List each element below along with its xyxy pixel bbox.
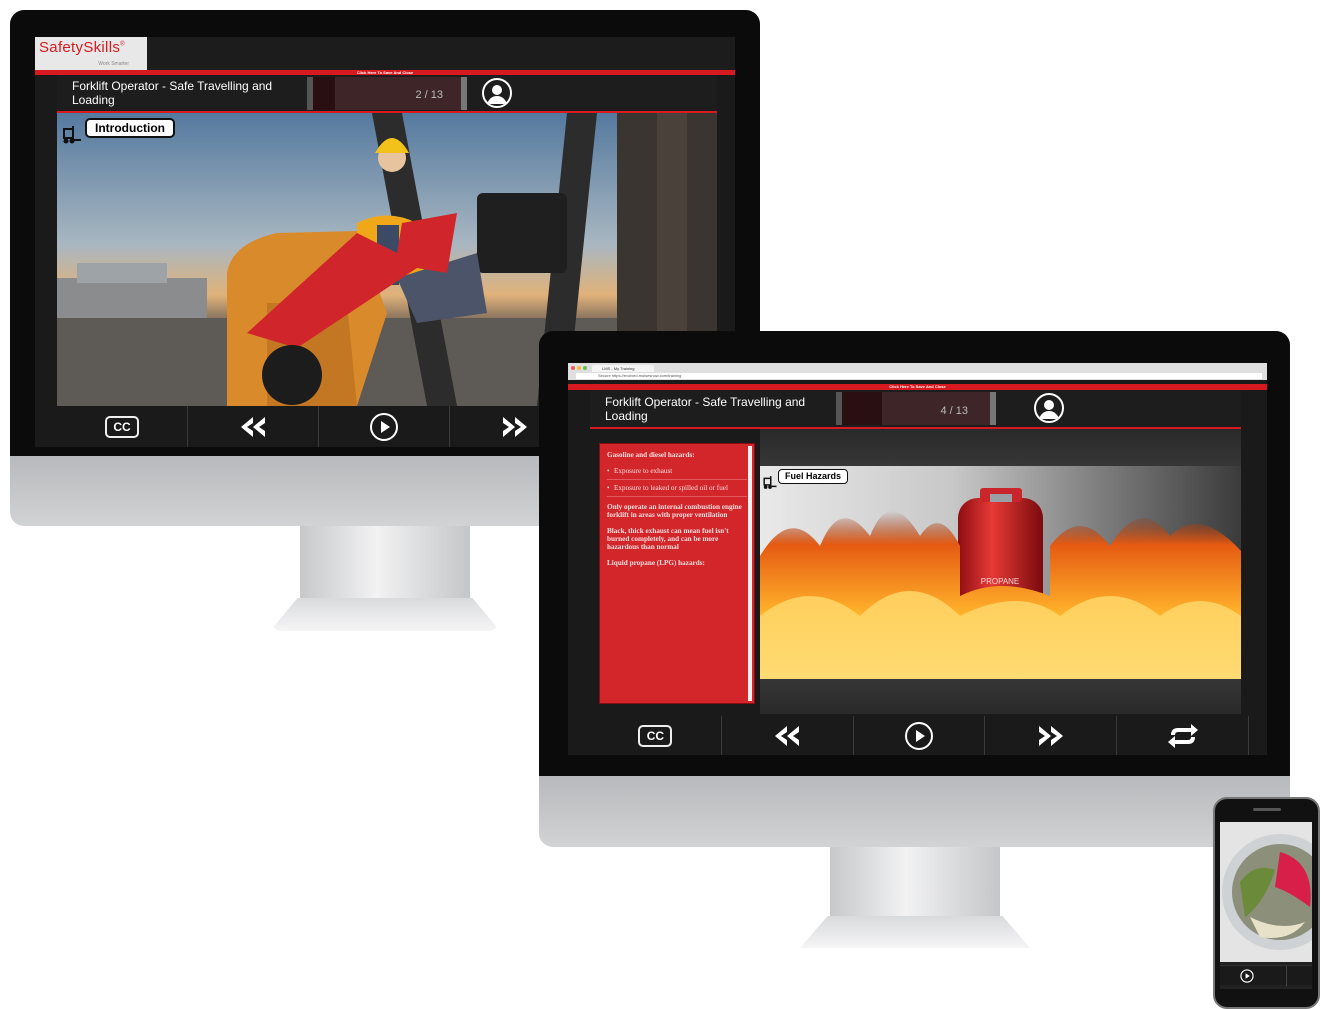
progress-fill	[313, 77, 335, 110]
cc-icon: CC	[105, 415, 139, 438]
browser-chrome: LMS - My Training Secure https://evolved…	[568, 363, 1267, 380]
phone-screen	[1220, 822, 1312, 989]
slide-counter: 2 / 13	[415, 89, 443, 101]
rewind-icon	[775, 725, 800, 746]
slide-progress: 4 / 13	[836, 392, 996, 425]
phone-control-divider	[1286, 966, 1287, 986]
captions-button[interactable]: CC	[590, 716, 722, 755]
notes-bullet: Exposure to leaked or spilled oil or fue…	[607, 484, 747, 497]
monitor-1-base	[270, 598, 500, 631]
forklift-icon	[762, 474, 778, 495]
forward-button[interactable]	[985, 716, 1118, 755]
forklift-icon	[61, 123, 83, 150]
user-profile-icon[interactable]	[482, 78, 512, 108]
brand-tagline: Work Smarter	[98, 61, 129, 67]
forward-icon	[503, 416, 527, 437]
monitor-2-screen: LMS - My Training Secure https://evolved…	[568, 363, 1267, 755]
cc-icon: CC	[638, 724, 673, 747]
notes-scrollbar[interactable]	[748, 446, 752, 701]
notes-bullet: Exposure to exhaust	[607, 467, 747, 480]
phone-speaker	[1253, 808, 1281, 811]
course-title: Forklift Operator - Safe Travelling and …	[72, 79, 273, 107]
notes-paragraph: Only operate an internal combustion engi…	[607, 503, 742, 519]
brand-logo: SafetySkills® Work Smarter	[35, 37, 147, 70]
browser-tab[interactable]: LMS - My Training	[592, 365, 654, 372]
course-title: Forklift Operator - Safe Travelling and …	[605, 395, 806, 423]
play-icon	[904, 721, 933, 750]
captions-button[interactable]: CC	[57, 406, 188, 447]
play-icon[interactable]	[1240, 969, 1254, 983]
window-maximize-icon[interactable]	[583, 366, 587, 370]
course-header: Forklift Operator - Safe Travelling and …	[57, 75, 717, 113]
play-button[interactable]	[319, 406, 450, 447]
player-controls: CC	[590, 716, 1249, 755]
section-tag: Introduction	[85, 118, 175, 138]
phone-player-controls	[1220, 965, 1312, 986]
lesson-notes-panel: Gasoline and diesel hazards: Exposure to…	[599, 443, 755, 704]
brand-trademark: ®	[120, 41, 125, 48]
window-minimize-icon[interactable]	[577, 366, 581, 370]
replay-icon	[1167, 723, 1198, 748]
rewind-button[interactable]	[721, 716, 854, 755]
lesson-media: PROPANE Fuel Hazards	[760, 466, 1241, 679]
washing-machine-image	[1220, 822, 1312, 962]
replay-button[interactable]	[1117, 716, 1249, 755]
monitor-2-chin	[539, 776, 1290, 847]
play-button[interactable]	[853, 716, 986, 755]
progress-fill	[842, 392, 882, 425]
monitor-2-base	[800, 916, 1030, 948]
tank-label: PROPANE	[981, 577, 1020, 586]
slide-counter: 4 / 13	[940, 405, 968, 417]
play-icon	[370, 412, 398, 441]
rewind-icon	[241, 416, 265, 437]
phone-video	[1220, 822, 1312, 962]
propane-fire-image: PROPANE	[760, 488, 1241, 679]
course-header: Forklift Operator - Safe Travelling and …	[590, 390, 1241, 429]
notes-paragraph: Liquid propane (LPG) hazards:	[607, 559, 705, 567]
section-tag: Fuel Hazards	[778, 469, 849, 484]
notes-bullet-list: Exposure to exhaust Exposure to leaked o…	[607, 467, 747, 497]
notes-heading: Gasoline and diesel hazards:	[607, 451, 695, 459]
slide-progress: 2 / 13	[307, 77, 467, 110]
window-close-icon[interactable]	[571, 366, 575, 370]
forward-icon	[1038, 725, 1063, 746]
rewind-button[interactable]	[188, 406, 319, 447]
brand-name: SafetySkills	[39, 39, 121, 56]
address-bar[interactable]: Secure https://evolved.molsesnow.com/tra…	[576, 373, 1262, 379]
notes-paragraph: Black, thick exhaust can mean fuel isn't…	[607, 527, 729, 551]
user-profile-icon[interactable]	[1034, 393, 1064, 423]
